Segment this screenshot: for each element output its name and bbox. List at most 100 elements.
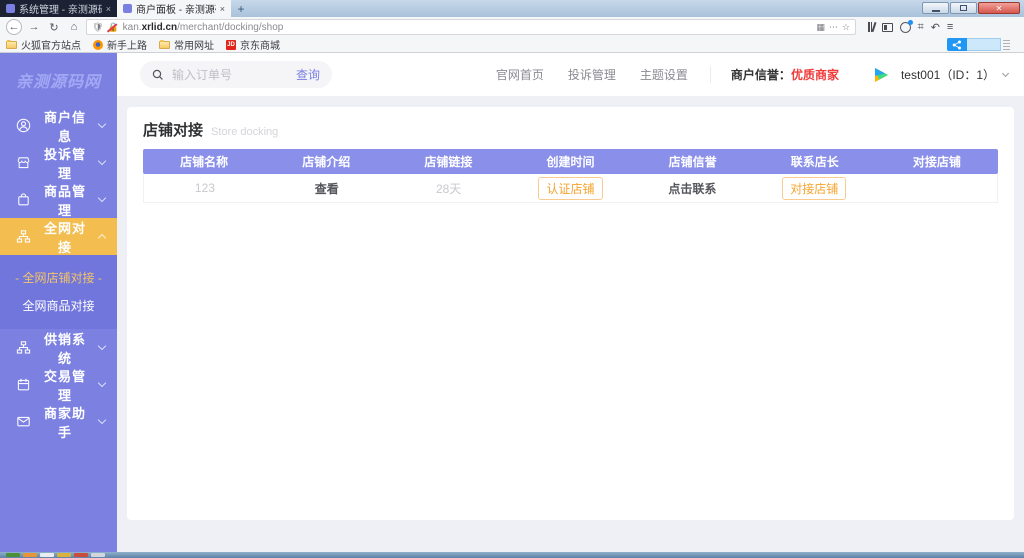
page-header: 查询 官网首页 投诉管理 主题设置 商户信誉： 优质商家 <box>117 53 1024 96</box>
tab-title: 系统管理 - 亲测源码网 www.q <box>19 1 102 16</box>
bookmark-star-icon[interactable]: ☆ <box>842 22 850 33</box>
username: test001（ID：1） <box>901 66 995 83</box>
bookmark-label: 常用网址 <box>174 37 214 52</box>
certified-shop-button[interactable]: 认证店铺 <box>538 177 602 200</box>
account-icon[interactable] <box>900 22 911 33</box>
forward-button[interactable]: → <box>26 21 42 33</box>
taskbar-app-icon[interactable] <box>57 553 71 557</box>
bookmark-getting-started[interactable]: 新手上路 <box>93 37 147 52</box>
bookmark-common-sites[interactable]: 常用网址 <box>159 37 214 52</box>
bookmark-label: 京东商城 <box>240 37 280 52</box>
sidebar-item-label: 商家助手 <box>43 403 87 441</box>
sitemap-icon <box>16 229 31 244</box>
sidebar-submenu: - 全网店铺对接 - 全网商品对接 <box>0 255 117 329</box>
screenshot-icon[interactable]: ⌗ <box>918 21 924 34</box>
col-dock-shop: 对接店铺 <box>876 153 998 170</box>
grip-icon <box>1003 40 1010 50</box>
table-header-row: 店铺名称 店铺介绍 店铺链接 创建时间 店铺信誉 联系店长 对接店铺 <box>143 149 998 174</box>
avatar <box>867 62 893 88</box>
chevron-down-icon <box>1002 70 1009 77</box>
qr-scan-icon[interactable]: ▦ <box>816 22 825 33</box>
sidebar-item-complaint-mgmt[interactable]: 投诉管理 <box>0 144 117 181</box>
col-shop-intro: 店铺介绍 <box>265 153 387 170</box>
sidebar-item-merchant-info[interactable]: 商户信息 <box>0 107 117 144</box>
submenu-item-product-docking[interactable]: 全网商品对接 <box>0 291 117 319</box>
sidebar-item-product-mgmt[interactable]: 商品管理 <box>0 181 117 218</box>
page-actions-icon[interactable]: ⋯ <box>829 22 838 33</box>
cell-view-link[interactable]: 查看 <box>266 180 388 197</box>
sidebar-toggle-icon[interactable] <box>882 23 893 32</box>
tab-strip: 系统管理 - 亲测源码网 www.q × 商户面板 - 亲测源码网 www.q … <box>0 0 1024 17</box>
chevron-down-icon <box>98 416 106 424</box>
shop-docking-table: 店铺名称 店铺介绍 店铺链接 创建时间 店铺信誉 联系店长 对接店铺 123 查… <box>143 149 998 203</box>
chevron-down-icon <box>98 342 106 350</box>
search-button[interactable]: 查询 <box>296 66 320 83</box>
tab-close-icon[interactable]: × <box>106 4 111 14</box>
url-bar[interactable]: 🛡 🔒 kan.xrlid.cn/merchant/docking/shop ▦… <box>86 19 856 35</box>
sidebar: 亲测源码网 商户信息 投诉管理 商品管理 全网对接 <box>0 53 117 552</box>
taskbar-app-icon[interactable] <box>91 553 105 557</box>
bookmark-firefox-official[interactable]: 火狐官方站点 <box>6 37 81 52</box>
col-shop-name: 店铺名称 <box>143 153 265 170</box>
sidebar-item-label: 交易管理 <box>43 366 87 404</box>
url-text[interactable]: kan.xrlid.cn/merchant/docking/shop <box>123 22 813 33</box>
dock-shop-button[interactable]: 对接店铺 <box>782 177 846 200</box>
new-tab-button[interactable]: + <box>231 0 251 17</box>
extension-input[interactable] <box>967 38 1001 51</box>
start-orb[interactable] <box>6 553 20 557</box>
netdisk-extension-widget[interactable] <box>947 38 1010 51</box>
nav-complaint-mgmt[interactable]: 投诉管理 <box>568 66 616 83</box>
close-button[interactable]: ✕ <box>978 2 1020 14</box>
library-icon[interactable] <box>868 22 875 32</box>
tab-close-icon[interactable]: × <box>220 4 225 14</box>
reload-button[interactable]: ↻ <box>46 21 62 34</box>
restore-icon <box>960 5 967 11</box>
header-nav: 官网首页 投诉管理 主题设置 <box>496 66 688 83</box>
taskbar-app-icon[interactable] <box>23 553 37 557</box>
storefront-icon <box>16 155 31 170</box>
sidebar-item-merchant-assistant[interactable]: 商家助手 <box>0 403 117 440</box>
nav-official-home[interactable]: 官网首页 <box>496 66 544 83</box>
taskbar-app-icon[interactable] <box>40 553 54 557</box>
sidebar-item-supply-system[interactable]: 供销系统 <box>0 329 117 366</box>
col-contact-owner: 联系店长 <box>754 153 876 170</box>
tab-favicon <box>123 4 132 13</box>
sidebar-item-trade-mgmt[interactable]: 交易管理 <box>0 366 117 403</box>
share-icon[interactable] <box>947 38 967 51</box>
calendar-icon <box>16 377 31 392</box>
window-controls: ✕ <box>922 2 1020 14</box>
search-icon <box>152 69 164 81</box>
user-circle-icon <box>16 118 31 133</box>
restore-button[interactable] <box>950 2 977 14</box>
hamburger-menu-icon[interactable]: ≡ <box>947 21 953 33</box>
back-button[interactable]: ← <box>6 19 22 35</box>
taskbar-app-icon[interactable] <box>74 553 88 557</box>
home-button[interactable]: ⌂ <box>66 21 82 33</box>
user-menu[interactable]: test001（ID：1） <box>867 62 1008 88</box>
nav-theme-settings[interactable]: 主题设置 <box>640 66 688 83</box>
order-search: 查询 <box>140 61 332 88</box>
submenu-item-shop-docking[interactable]: - 全网店铺对接 - <box>0 263 117 291</box>
sidebar-item-label: 供销系统 <box>43 329 87 367</box>
col-shop-link: 店铺链接 <box>387 153 509 170</box>
windows-taskbar[interactable] <box>0 552 1024 558</box>
minimize-button[interactable] <box>922 2 949 14</box>
tracking-shield-icon[interactable]: 🛡 <box>92 22 103 33</box>
cell-dock: 对接店铺 <box>753 177 875 200</box>
folder-icon <box>159 41 170 49</box>
merchant-reputation: 商户信誉： 优质商家 <box>710 66 839 83</box>
shop-docking-card: 店铺对接 Store docking 店铺名称 店铺介绍 店铺链接 创建时间 店… <box>127 107 1014 520</box>
site-logo: 亲测源码网 <box>0 53 117 107</box>
tab-system-admin[interactable]: 系统管理 - 亲测源码网 www.q × <box>0 0 117 17</box>
insecure-lock-icon: 🔒 <box>107 22 118 33</box>
cell-contact[interactable]: 点击联系 <box>631 180 753 197</box>
tab-merchant-panel[interactable]: 商户面板 - 亲测源码网 www.q × <box>117 0 231 17</box>
reputation-label: 商户信誉： <box>731 66 791 83</box>
sidebar-item-network-docking[interactable]: 全网对接 <box>0 218 117 255</box>
folder-icon <box>6 41 17 49</box>
restore-session-icon[interactable]: ↶ <box>931 21 940 34</box>
search-input[interactable] <box>172 68 288 82</box>
bookmark-jd-mall[interactable]: JD 京东商城 <box>226 37 280 52</box>
bookmarks-bar: 火狐官方站点 新手上路 常用网址 JD 京东商城 <box>0 37 1024 53</box>
chevron-up-icon <box>98 234 106 242</box>
